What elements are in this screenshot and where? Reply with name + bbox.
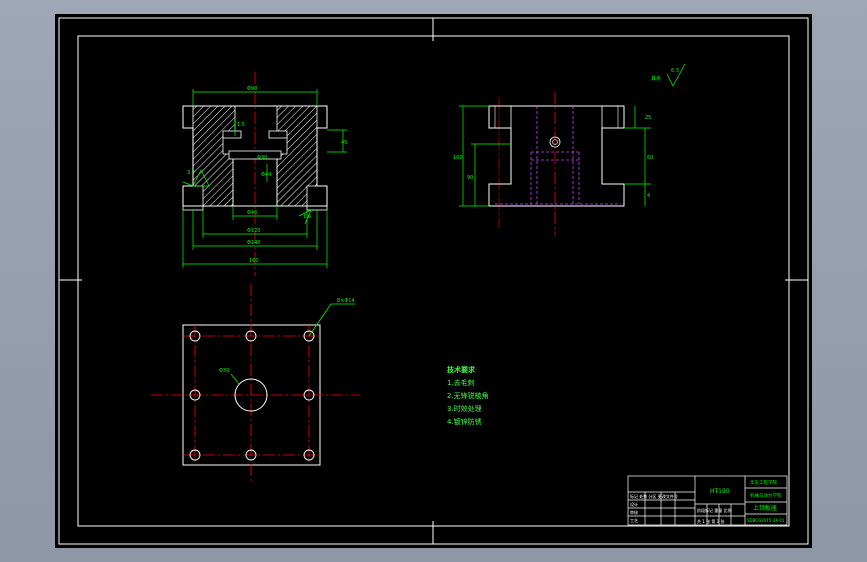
dim-groove-left: 1.5: [237, 122, 245, 128]
side-dimensions: [459, 63, 686, 207]
note-item-4: 4.镀锌防锈: [447, 418, 482, 426]
bore-step: [228, 150, 282, 160]
note-item-2: 2.无锋锐棱角: [447, 392, 489, 400]
centering-marks: [59, 18, 808, 544]
cad-drawing[interactable]: Φ90 Φ30 1.5 45 Φ44 Φ46 1.6 Φ120 Φ140 160…: [55, 14, 812, 548]
plan-view[interactable]: 8×Φ14 Φ30: [151, 284, 360, 484]
upper-groove-right: [268, 130, 288, 139]
dim-top-width: Φ90: [247, 86, 257, 92]
side-dim-step: 25: [645, 115, 651, 121]
sheet-outer-frame: [58, 17, 809, 545]
technical-notes: 技术要求 1.去毛刺 2.无锋锐棱角 3.时效处理 4.镀锌防锈: [447, 364, 489, 429]
side-dim-mid: 90: [467, 175, 473, 181]
tb-scale-label: 阶段标记 重量 比例: [697, 507, 732, 513]
tb-drawing-no: SDBCG2015-3X-01: [747, 518, 785, 523]
base-step-left: [182, 205, 204, 211]
tb-row-design: 设计: [630, 501, 638, 507]
dim-groove-right: 45: [341, 140, 347, 146]
tb-dept: 机械与动力学院: [750, 492, 782, 499]
dim-bore-upper: Φ30: [257, 155, 267, 161]
note-item-3: 3.时效处理: [447, 405, 482, 413]
side-outline: [488, 105, 625, 207]
side-dim-small: 4: [647, 193, 650, 199]
section-hatch-right: [276, 105, 318, 207]
side-view[interactable]: 100 90 60 25 4 6.3 其余: [453, 63, 686, 236]
base-step-right: [306, 205, 328, 211]
side-slot-left: [488, 105, 512, 129]
section-view[interactable]: Φ90 Φ30 1.5 45 Φ44 Φ46 1.6 Φ120 Φ140 160…: [182, 72, 347, 276]
dim-span-total: 160: [249, 258, 259, 264]
dim-bore-low: Φ46: [247, 210, 257, 216]
plan-hole-callout: 8×Φ14: [337, 298, 355, 304]
plan-leaders: [230, 303, 355, 385]
plan-bolt-holes: [189, 330, 315, 461]
dim-step-right: 1.6: [303, 214, 311, 220]
side-roughness-note: 其余: [651, 75, 661, 82]
side-dim-right: 60: [647, 155, 653, 161]
upper-groove-left: [222, 130, 242, 139]
tb-sheet: 共 1 张 第 1 张: [697, 518, 724, 524]
notes-title: 技术要求: [447, 366, 475, 374]
note-item-1: 1.去毛刺: [447, 379, 475, 387]
side-dim-overall: 100: [453, 155, 463, 161]
side-roughness: 6.3: [671, 68, 679, 74]
dim-span-b: Φ140: [247, 240, 260, 246]
tb-material: HT150: [710, 488, 730, 495]
sheet-inner-frame: [77, 35, 790, 527]
dim-bore-mid: Φ44: [261, 172, 271, 178]
side-slot-right: [601, 105, 625, 129]
tb-rev-labels: 标记 处数 分区 更改文件号: [630, 493, 678, 499]
roughness-left: 3.2: [187, 170, 195, 176]
tb-row-check: 审核: [630, 509, 638, 515]
drawing-canvas[interactable]: Φ90 Φ30 1.5 45 Φ44 Φ46 1.6 Φ120 Φ140 160…: [55, 14, 812, 548]
tb-school: 华东工程学院: [750, 479, 777, 486]
tb-row-process: 工艺: [630, 518, 638, 523]
dim-span-a: Φ120: [247, 228, 260, 234]
tb-part-name: 上顶板座: [753, 504, 777, 512]
plan-center-callout: Φ30: [219, 368, 229, 374]
